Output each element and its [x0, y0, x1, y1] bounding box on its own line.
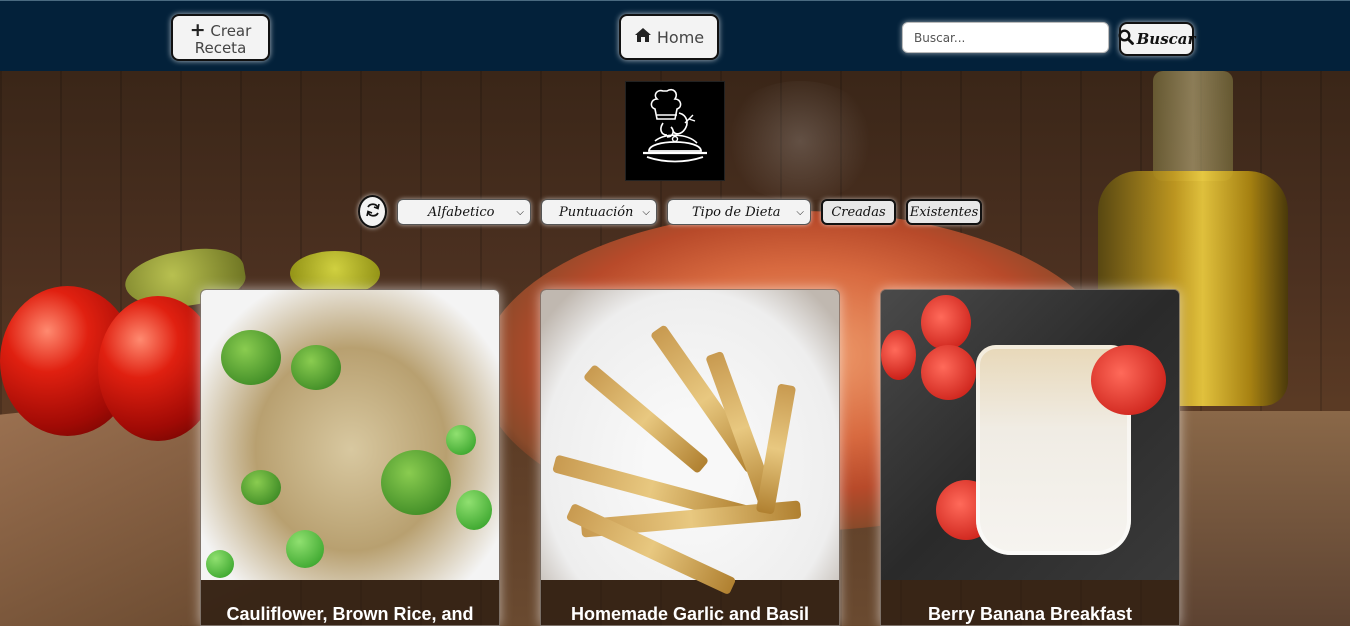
recipe-image[interactable] — [541, 290, 839, 596]
home-button[interactable]: Home — [619, 14, 719, 60]
broccoli-shape — [241, 470, 281, 505]
search-icon — [1118, 29, 1134, 49]
search-input[interactable] — [902, 22, 1109, 53]
recipe-title[interactable]: Cauliflower, Brown Rice, and — [201, 604, 499, 625]
home-label: Home — [656, 27, 705, 47]
chef-logo-icon — [643, 88, 707, 163]
strawberry-shape — [1091, 345, 1166, 415]
created-filter-button[interactable]: Creadas — [821, 199, 896, 225]
recipe-image[interactable] — [881, 290, 1179, 580]
refresh-button[interactable] — [358, 195, 387, 228]
chevron-down-icon: ⌵ — [516, 206, 524, 218]
score-select[interactable]: Puntuación ⌵ — [541, 199, 657, 225]
recipe-image[interactable] — [201, 290, 499, 580]
recipe-card[interactable]: Homemade Garlic and Basil — [540, 289, 840, 626]
pea-shape — [286, 530, 324, 568]
recipe-card[interactable]: Berry Banana Breakfast — [880, 289, 1180, 626]
recipe-title[interactable]: Homemade Garlic and Basil — [541, 604, 839, 625]
top-navbar: + Crear Receta Home Buscar — [0, 0, 1350, 71]
pea-shape — [446, 425, 476, 455]
alphabetic-select-value: Alfabetico — [427, 204, 495, 220]
alphabetic-select[interactable]: Alfabetico ⌵ — [397, 199, 531, 225]
chef-logo[interactable] — [625, 81, 725, 181]
strawberry-shape — [921, 345, 976, 400]
strawberry-shape — [921, 295, 971, 350]
steam-decoration — [720, 81, 880, 201]
diet-select[interactable]: Tipo de Dieta ⌵ — [667, 199, 811, 225]
diet-select-value: Tipo de Dieta — [691, 204, 781, 220]
existing-filter-button[interactable]: Existentes — [906, 199, 982, 225]
score-select-value: Puntuación — [558, 204, 634, 220]
recipe-card[interactable]: Cauliflower, Brown Rice, and — [200, 289, 500, 626]
table-decoration — [1180, 411, 1350, 626]
chevron-down-icon: ⌵ — [796, 206, 804, 218]
pea-shape — [206, 550, 234, 578]
create-recipe-button[interactable]: + Crear Receta — [171, 14, 270, 61]
broccoli-shape — [381, 450, 451, 515]
refresh-icon — [365, 202, 381, 221]
home-icon — [634, 27, 652, 47]
bottle-neck — [1153, 71, 1233, 181]
broccoli-shape — [291, 345, 341, 390]
fry-shape — [755, 383, 797, 515]
broccoli-shape — [221, 330, 281, 385]
strawberry-shape — [881, 330, 916, 380]
chevron-down-icon: ⌵ — [642, 206, 650, 218]
search-button[interactable]: Buscar — [1118, 22, 1196, 56]
search-button-label: Buscar — [1136, 30, 1196, 48]
recipe-title[interactable]: Berry Banana Breakfast — [881, 604, 1179, 625]
pea-shape — [456, 490, 492, 530]
plus-icon: + — [189, 19, 206, 41]
